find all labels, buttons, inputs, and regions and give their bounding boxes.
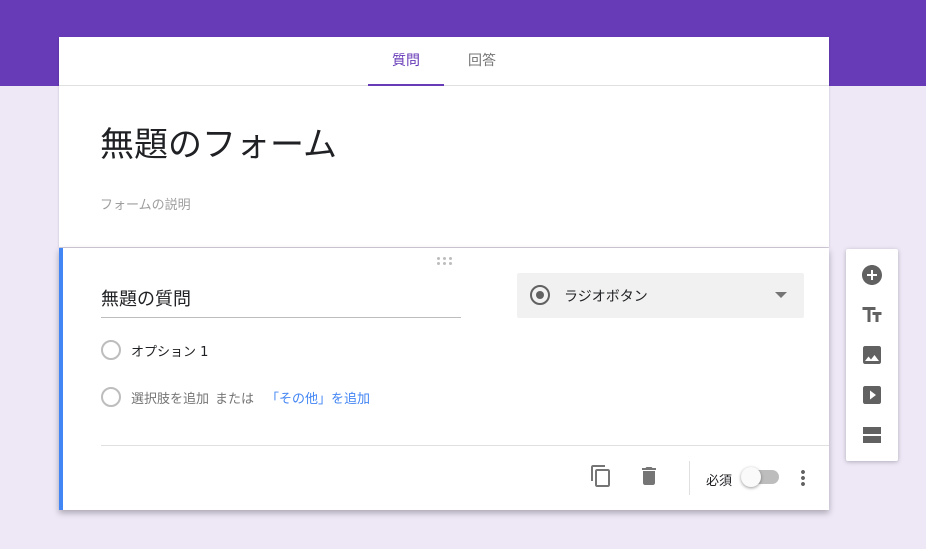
add-option-button[interactable]: 選択肢を追加: [131, 388, 209, 407]
toggle-knob: [741, 467, 761, 487]
form-description-field[interactable]: フォームの説明: [100, 194, 191, 213]
form-header-card: 質問 回答 無題のフォーム フォームの説明: [59, 37, 829, 247]
add-image-icon[interactable]: [860, 343, 884, 367]
tab-bar: 質問 回答: [59, 37, 829, 86]
add-other-button[interactable]: 「その他」を追加: [266, 388, 370, 407]
more-vert-icon[interactable]: [791, 466, 815, 494]
question-card[interactable]: 無題の質問 ラジオボタン オプション 1 選択肢を追加 または 「その他」を追加…: [59, 248, 829, 510]
radio-circle-icon: [101, 340, 121, 360]
question-title-input[interactable]: 無題の質問: [101, 287, 461, 318]
required-toggle[interactable]: [741, 467, 779, 487]
drag-handle[interactable]: [437, 257, 453, 265]
delete-icon[interactable]: [637, 464, 661, 492]
question-type-label: ラジオボタン: [564, 289, 648, 305]
add-section-icon[interactable]: [860, 423, 884, 447]
tab-responses[interactable]: 回答: [444, 37, 520, 85]
active-card-indicator: [59, 248, 63, 510]
tab-questions[interactable]: 質問: [368, 37, 444, 86]
or-label: または: [215, 392, 255, 407]
footer-separator: [689, 461, 690, 495]
add-title-icon[interactable]: [860, 303, 884, 327]
chevron-down-icon: [775, 292, 787, 298]
card-divider: [101, 445, 829, 446]
radio-button-icon: [530, 285, 550, 305]
side-toolbar: [846, 249, 898, 461]
option-label-input[interactable]: オプション 1: [131, 341, 208, 360]
add-question-icon[interactable]: [860, 263, 884, 287]
form-title[interactable]: 無題のフォーム: [100, 117, 337, 166]
question-type-dropdown[interactable]: ラジオボタン: [517, 273, 804, 318]
add-video-icon[interactable]: [860, 383, 884, 407]
duplicate-icon[interactable]: [589, 464, 613, 492]
radio-circle-icon: [101, 387, 121, 407]
required-label: 必須: [706, 474, 733, 489]
